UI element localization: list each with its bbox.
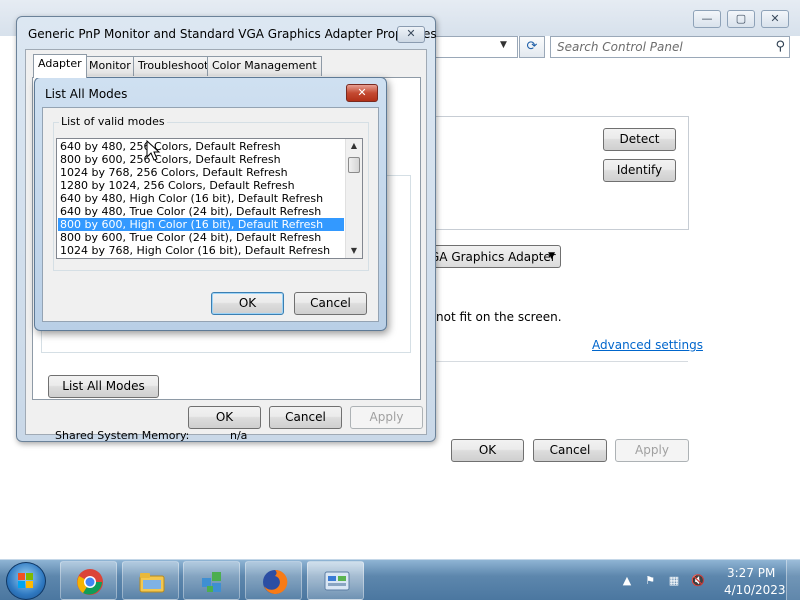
file-explorer-icon bbox=[139, 573, 165, 593]
tab-monitor[interactable]: Monitor bbox=[84, 56, 136, 76]
list-item[interactable]: 800 by 600, 256 Colors, Default Refresh bbox=[58, 153, 344, 166]
address-dropdown-icon[interactable]: ▼ bbox=[500, 40, 507, 50]
list-item[interactable]: 1024 by 768, High Color (16 bit), Defaul… bbox=[58, 244, 344, 257]
vertical-scrollbar[interactable]: ▲ ▼ bbox=[345, 139, 362, 258]
refresh-icon[interactable]: ⟳ bbox=[519, 36, 545, 58]
search-input[interactable]: Search Control Panel ⚲ bbox=[550, 36, 790, 58]
divider bbox=[436, 361, 688, 362]
props-ok-button[interactable]: OK bbox=[188, 406, 261, 429]
taskbar-chrome[interactable] bbox=[60, 561, 117, 600]
volume-muted-icon[interactable]: 🔇 bbox=[690, 573, 706, 589]
fit-screen-text: not fit on the screen. bbox=[436, 310, 562, 324]
display-select-value: GA Graphics Adapter bbox=[430, 250, 556, 264]
cp-ok-button[interactable]: OK bbox=[451, 439, 524, 462]
detect-button[interactable]: Detect bbox=[603, 128, 676, 151]
clock-time[interactable]: 3:27 PM bbox=[727, 566, 775, 580]
minimize-button[interactable]: — bbox=[693, 10, 721, 28]
tab-color-management[interactable]: Color Management bbox=[207, 56, 322, 76]
clock-date[interactable]: 4/10/2023 bbox=[724, 583, 786, 597]
shared-memory-label: Shared System Memory: bbox=[55, 429, 190, 442]
list-item[interactable]: 640 by 480, High Color (16 bit), Default… bbox=[58, 192, 344, 205]
chevron-down-icon: ▼ bbox=[548, 251, 555, 261]
identify-button[interactable]: Identify bbox=[603, 159, 676, 182]
windows-logo-icon bbox=[18, 573, 33, 588]
taskbar-network-app[interactable] bbox=[183, 561, 240, 600]
props-apply-button[interactable]: Apply bbox=[350, 406, 423, 429]
close-button[interactable]: ✕ bbox=[346, 84, 378, 102]
dialog-title: Generic PnP Monitor and Standard VGA Gra… bbox=[28, 27, 437, 41]
firefox-icon bbox=[263, 569, 288, 594]
scroll-up-icon[interactable]: ▲ bbox=[346, 139, 362, 153]
modes-listbox[interactable]: 640 by 480, 256 Colors, Default Refresh … bbox=[56, 138, 363, 259]
list-item[interactable]: 1280 by 1024, 256 Colors, Default Refres… bbox=[58, 179, 344, 192]
advanced-settings-link[interactable]: Advanced settings bbox=[592, 338, 703, 352]
modes-cancel-button[interactable]: Cancel bbox=[294, 292, 367, 315]
group-label: List of valid modes bbox=[59, 115, 167, 128]
maximize-button[interactable]: ▢ bbox=[727, 10, 755, 28]
modes-ok-button[interactable]: OK bbox=[211, 292, 284, 315]
network-app-icon bbox=[202, 572, 221, 592]
shared-memory-value: n/a bbox=[230, 429, 248, 442]
scrollbar-thumb[interactable] bbox=[348, 157, 360, 173]
taskbar-file-explorer[interactable] bbox=[122, 561, 179, 600]
scroll-down-icon[interactable]: ▼ bbox=[346, 244, 362, 258]
list-item[interactable]: 640 by 480, True Color (24 bit), Default… bbox=[58, 205, 344, 218]
props-cancel-button[interactable]: Cancel bbox=[269, 406, 342, 429]
taskbar-firefox[interactable] bbox=[245, 561, 302, 600]
dialog-title: List All Modes bbox=[45, 87, 128, 101]
tab-troubleshoot[interactable]: Troubleshoot bbox=[133, 56, 214, 76]
taskbar-control-panel[interactable] bbox=[307, 561, 364, 600]
start-button[interactable] bbox=[6, 562, 46, 600]
search-placeholder: Search Control Panel bbox=[557, 40, 683, 54]
mouse-cursor-icon bbox=[146, 140, 161, 161]
list-item[interactable]: 800 by 600, True Color (24 bit), Default… bbox=[58, 231, 344, 244]
network-icon[interactable]: ▦ bbox=[666, 573, 682, 589]
chrome-icon bbox=[77, 569, 103, 595]
list-item[interactable]: 640 by 480, 256 Colors, Default Refresh bbox=[58, 140, 344, 153]
action-center-icon[interactable]: ⚑ bbox=[642, 573, 658, 589]
taskbar: ▲ ⚑ ▦ 🔇 3:27 PM 4/10/2023 bbox=[0, 559, 800, 600]
show-desktop-button[interactable] bbox=[786, 560, 800, 600]
display-select[interactable]: GA Graphics Adapter ▼ bbox=[420, 245, 561, 268]
list-item[interactable]: 800 by 600, High Color (16 bit), Default… bbox=[58, 218, 344, 231]
control-panel-icon bbox=[324, 571, 350, 591]
tab-adapter[interactable]: Adapter bbox=[33, 54, 87, 78]
close-button[interactable]: ✕ bbox=[761, 10, 789, 28]
search-icon[interactable]: ⚲ bbox=[775, 39, 785, 54]
dialog-body: List of valid modes 640 by 480, 256 Colo… bbox=[42, 107, 379, 322]
cp-apply-button[interactable]: Apply bbox=[615, 439, 689, 462]
list-item[interactable]: 1024 by 768, 256 Colors, Default Refresh bbox=[58, 166, 344, 179]
cp-cancel-button[interactable]: Cancel bbox=[533, 439, 607, 462]
close-button[interactable]: ✕ bbox=[397, 26, 425, 43]
show-hidden-icons-icon[interactable]: ▲ bbox=[619, 573, 635, 589]
list-all-modes-dialog: List All Modes ✕ List of valid modes 640… bbox=[34, 77, 387, 331]
list-all-modes-button[interactable]: List All Modes bbox=[48, 375, 159, 398]
